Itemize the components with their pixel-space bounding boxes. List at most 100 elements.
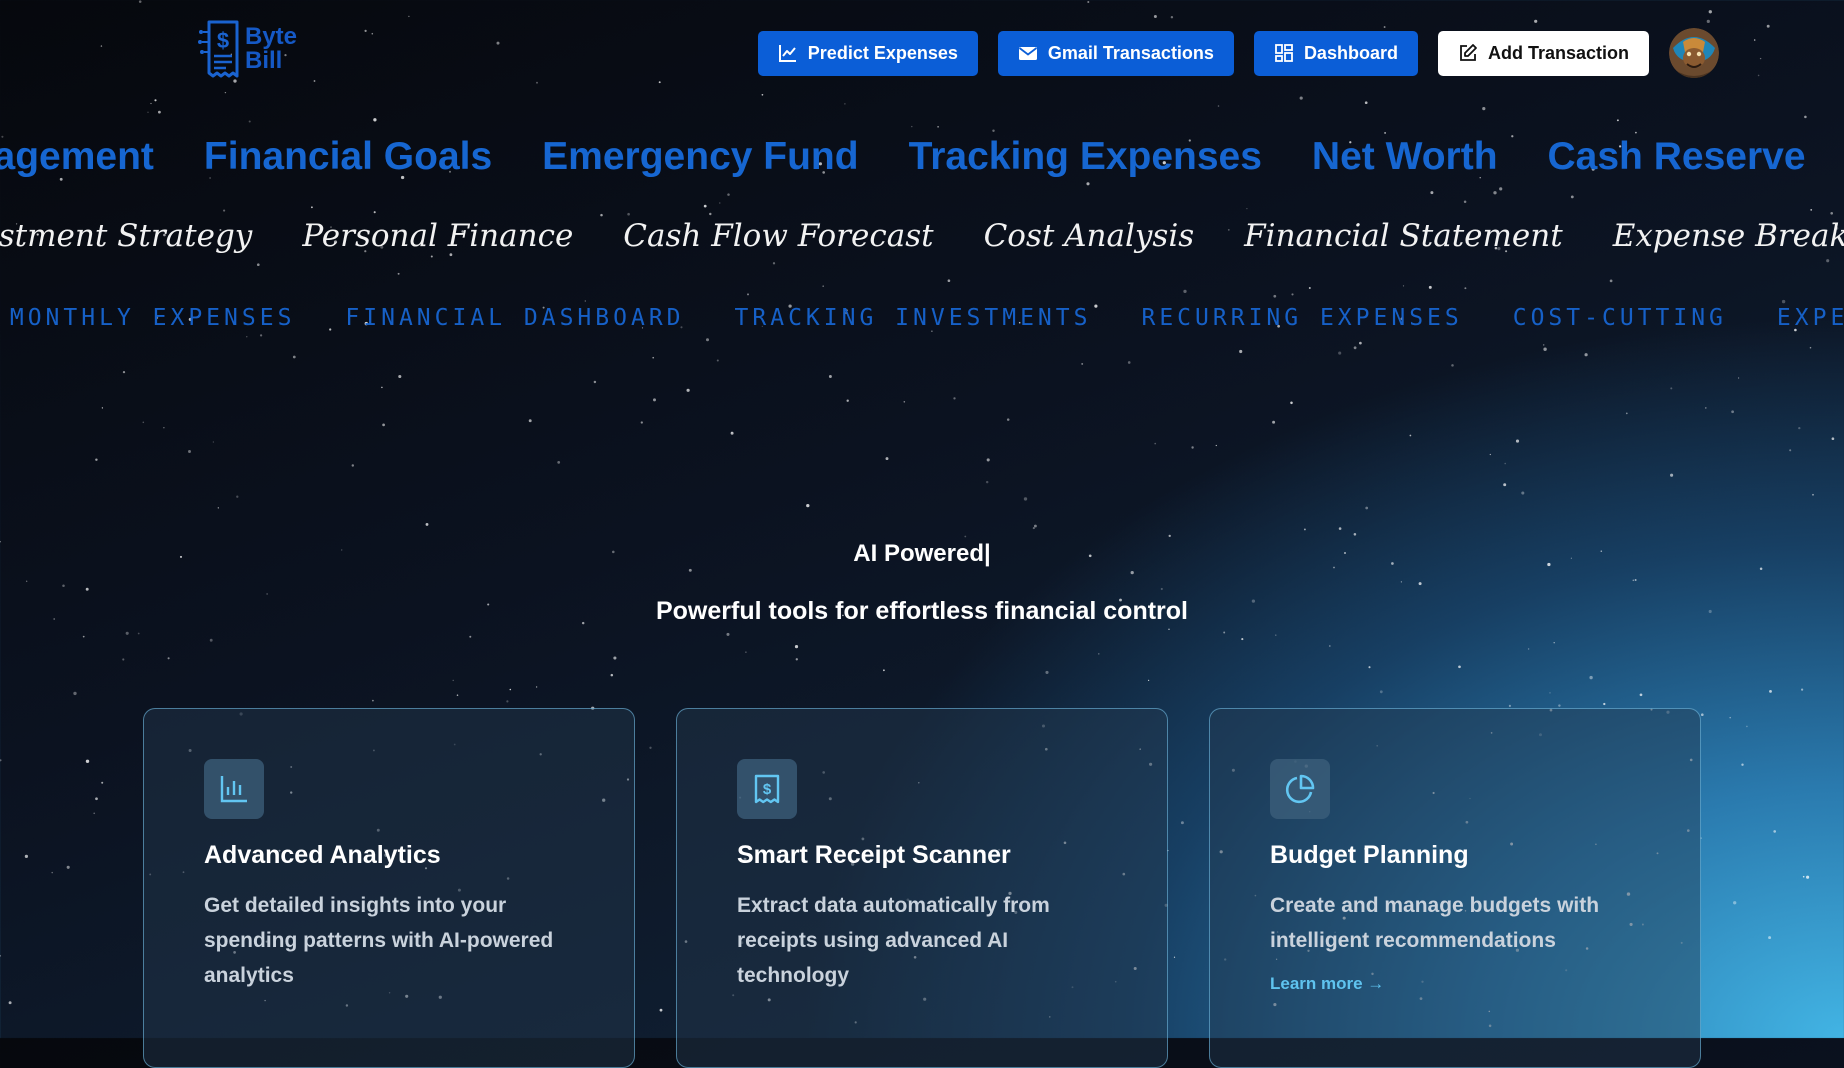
star <box>1364 101 1368 105</box>
star <box>1183 289 1187 294</box>
star <box>1303 528 1306 531</box>
star <box>1584 353 1588 357</box>
star <box>1773 830 1777 833</box>
marquee-item: Tracking Expenses <box>908 135 1262 178</box>
gmail-transactions-button[interactable]: Gmail Transactions <box>997 30 1234 76</box>
dashboard-button[interactable]: Dashboard <box>1253 30 1418 76</box>
star <box>506 700 509 703</box>
marquee-item: MONTHLY EXPENSES <box>9 305 296 331</box>
marquee-item: Financial Statement <box>1244 218 1563 254</box>
star <box>147 111 149 113</box>
star <box>381 386 383 389</box>
star <box>456 694 459 696</box>
star <box>649 746 652 749</box>
star <box>1173 956 1176 958</box>
star <box>125 631 129 635</box>
star <box>137 632 140 635</box>
star <box>1006 418 1010 421</box>
star <box>985 480 989 484</box>
star <box>557 461 561 464</box>
star <box>726 632 730 636</box>
marquee-item: EXPENDI <box>1776 305 1844 331</box>
star <box>640 421 643 424</box>
star <box>610 673 614 677</box>
star <box>266 593 268 595</box>
star <box>1769 689 1772 693</box>
star <box>1428 285 1432 289</box>
star <box>1804 115 1807 119</box>
marquee-row-2: ıvestment Strategy Personal Finance Cash F… <box>0 218 1844 266</box>
marquee-item: Cash Flow Forecast <box>623 218 934 254</box>
feature-card-budget-planning[interactable]: Budget Planning Create and manage budget… <box>1209 708 1701 1068</box>
star <box>719 202 721 204</box>
star <box>1368 666 1371 669</box>
star <box>703 204 707 208</box>
star <box>248 120 251 123</box>
star <box>806 503 810 508</box>
star <box>398 374 402 379</box>
star <box>351 464 355 467</box>
star <box>1801 688 1804 691</box>
star <box>688 568 692 572</box>
marquee-item: Net Worth <box>1311 135 1498 178</box>
grid-icon <box>1274 43 1294 63</box>
logo[interactable]: $ Byte Bill <box>197 18 297 80</box>
star <box>95 797 98 801</box>
star <box>1616 119 1619 122</box>
star <box>1217 105 1220 107</box>
marquee-row-1: anagement Financial Goals Emergency Fund Tr… <box>0 135 1844 191</box>
star <box>1045 670 1049 674</box>
star <box>986 458 990 462</box>
star <box>73 691 77 696</box>
star <box>528 419 532 423</box>
star <box>937 125 939 128</box>
star <box>122 658 125 661</box>
star <box>1458 665 1461 669</box>
chart-line-icon <box>778 43 798 63</box>
star <box>1463 200 1467 203</box>
learn-more-link[interactable]: Learn more → <box>1270 974 1384 994</box>
star <box>24 854 28 859</box>
card-title: Smart Receipt Scanner <box>737 841 1011 869</box>
star <box>26 580 28 582</box>
star <box>163 427 165 429</box>
star <box>883 669 885 672</box>
star <box>1033 524 1037 528</box>
feature-card-smart-receipt-scanner[interactable]: $ Smart Receipt Scanner Extract data aut… <box>676 708 1168 1068</box>
star <box>1798 426 1801 430</box>
marquee-item: Personal Finance <box>302 218 574 254</box>
star <box>1359 341 1362 345</box>
star <box>947 279 951 283</box>
star <box>1508 704 1511 707</box>
user-avatar[interactable] <box>1669 28 1719 78</box>
star <box>212 441 215 443</box>
card-title: Budget Planning <box>1270 841 1469 869</box>
star <box>1239 349 1243 354</box>
top-header: $ Byte Bill Predict Expenses Gmail Trans… <box>0 0 1844 100</box>
star <box>1291 293 1294 296</box>
star <box>95 458 98 461</box>
star <box>1746 725 1748 728</box>
star <box>652 356 655 359</box>
star <box>1168 628 1170 630</box>
star <box>1365 506 1369 510</box>
star <box>1160 587 1163 591</box>
star <box>1700 713 1704 717</box>
star <box>1489 453 1491 456</box>
star <box>1542 344 1545 346</box>
add-transaction-button[interactable]: Add Transaction <box>1437 30 1649 76</box>
marquee-item: anagement <box>0 135 154 178</box>
star <box>828 375 832 378</box>
star <box>992 129 995 132</box>
star <box>1553 641 1555 644</box>
feature-card-advanced-analytics[interactable]: Advanced Analytics Get detailed insights… <box>143 708 635 1068</box>
envelope-icon <box>1018 43 1038 63</box>
star <box>372 699 374 702</box>
star <box>846 399 849 402</box>
star <box>1130 570 1134 575</box>
star <box>1338 527 1342 530</box>
star <box>1493 191 1497 195</box>
star <box>1246 207 1248 210</box>
predict-expenses-button[interactable]: Predict Expenses <box>757 30 978 76</box>
star <box>209 638 213 642</box>
